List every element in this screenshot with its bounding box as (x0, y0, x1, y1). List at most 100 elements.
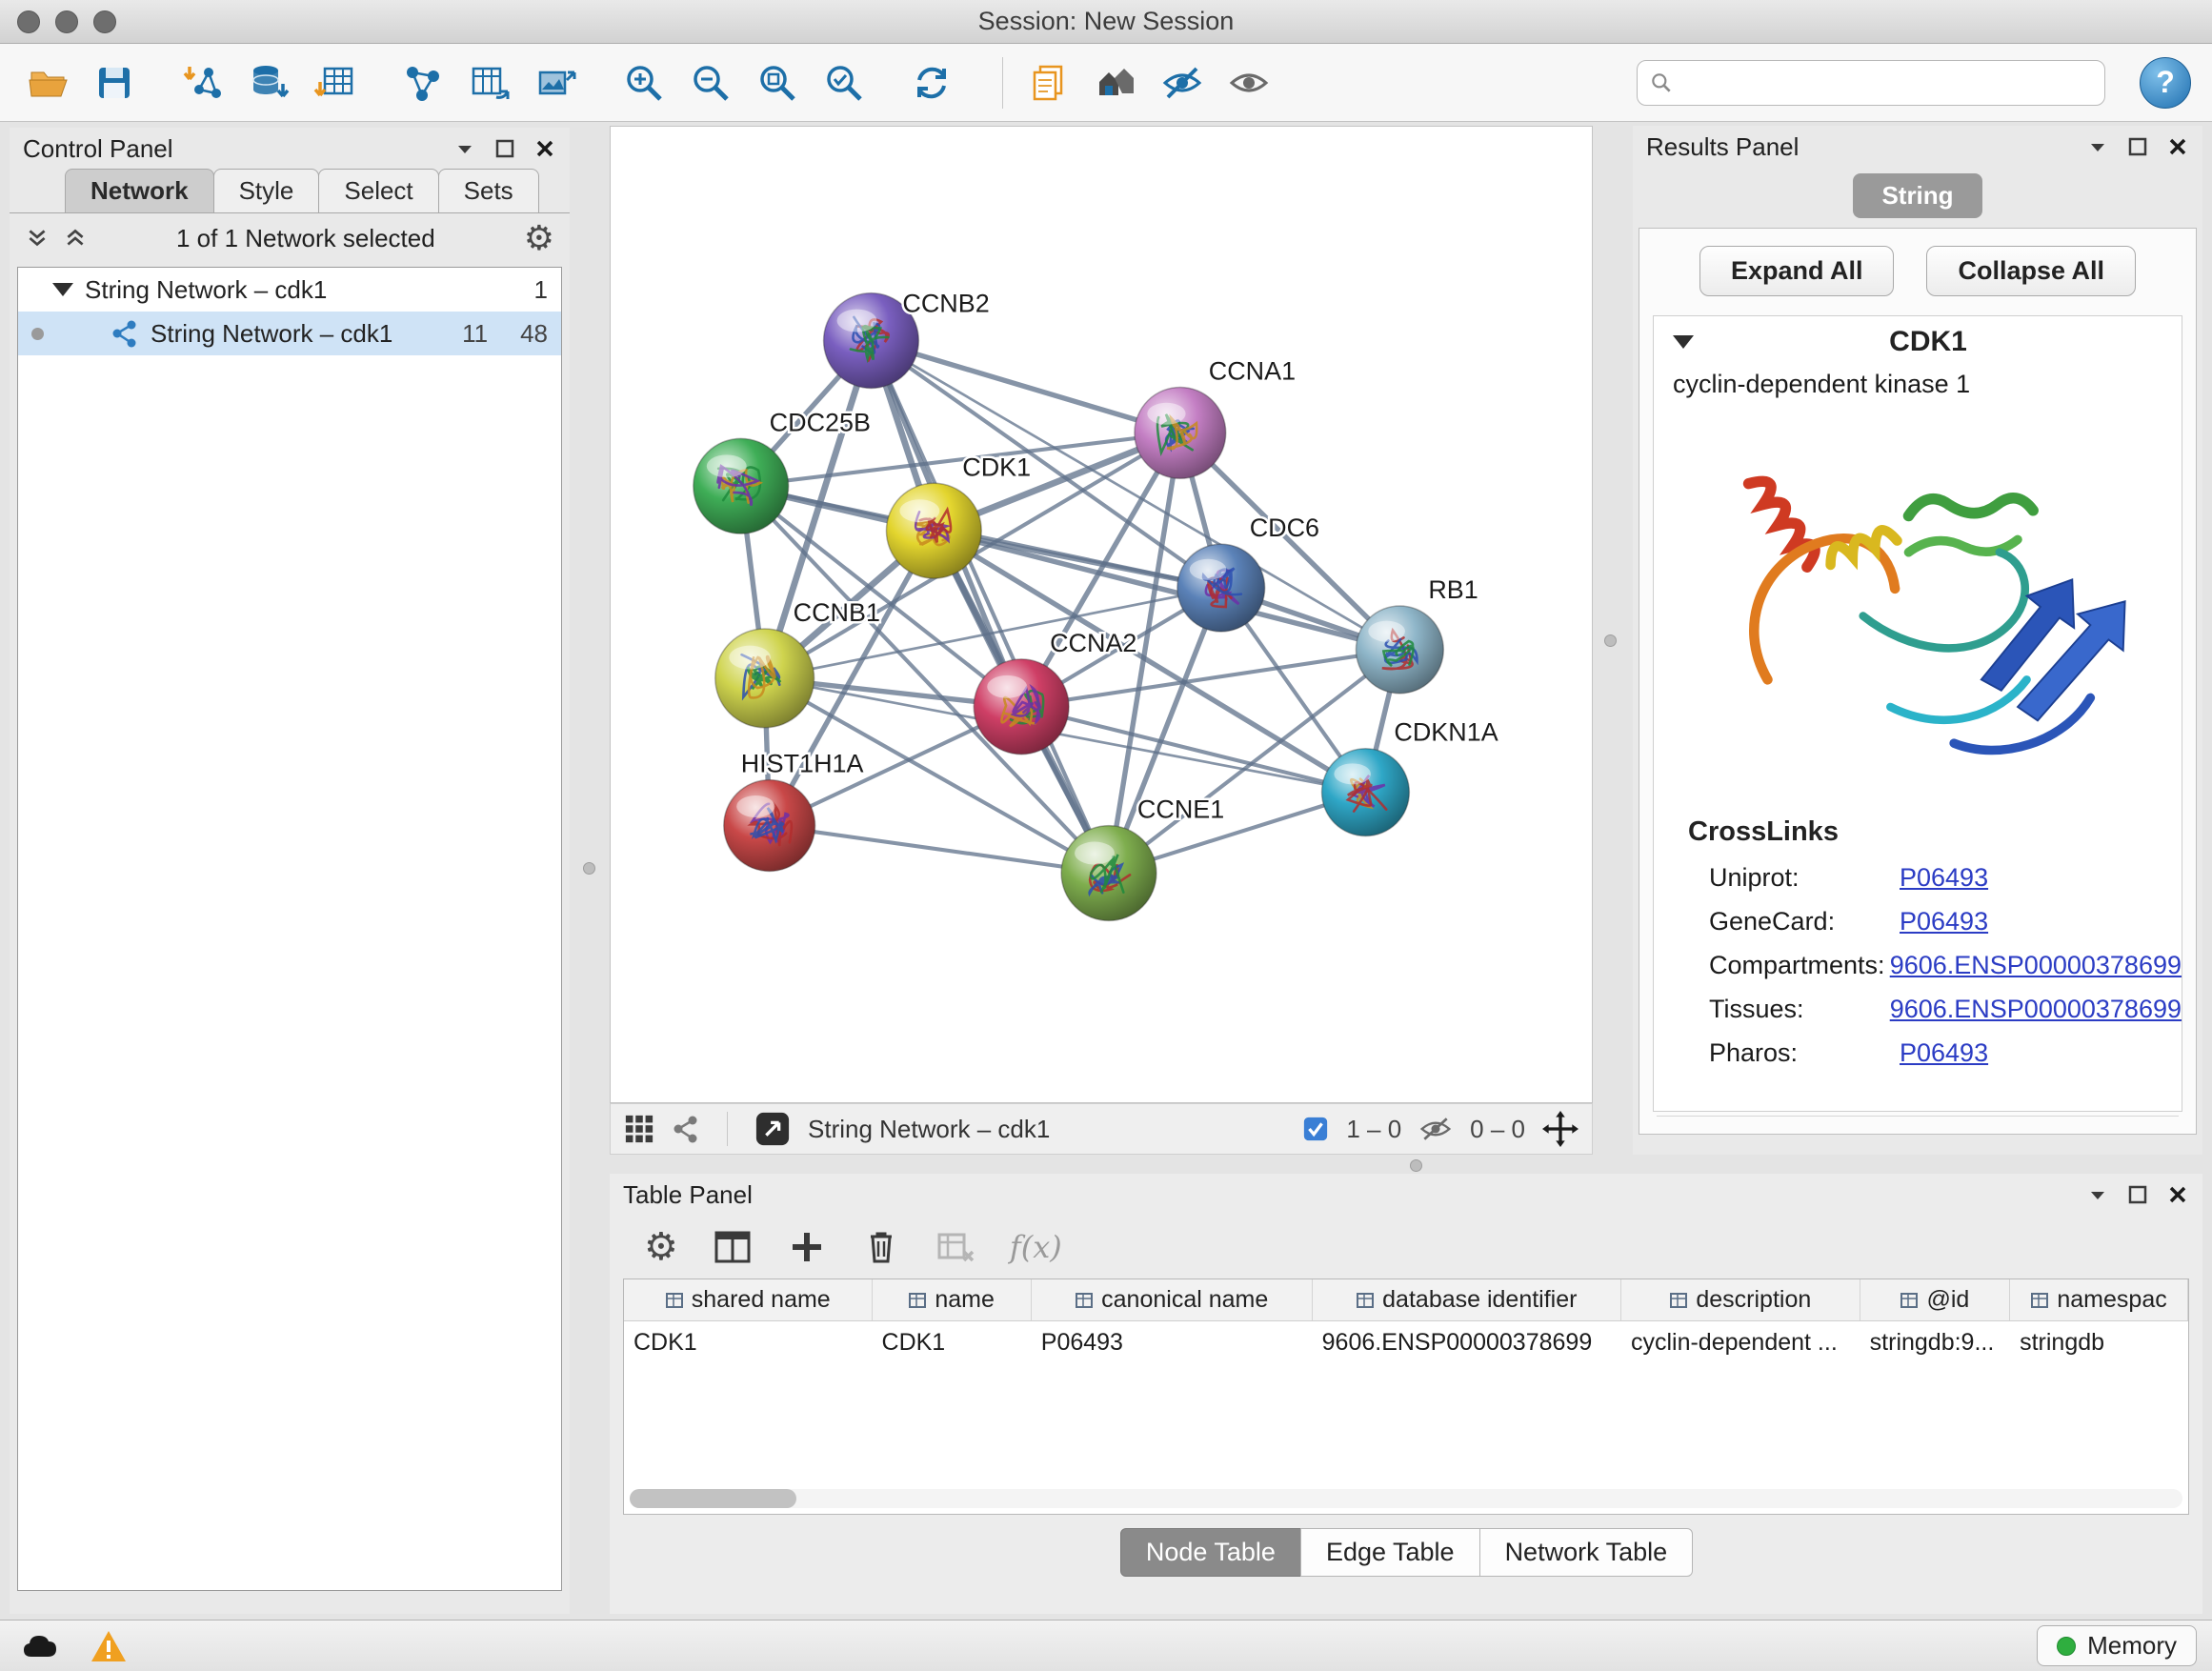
edge-CCNB2-CCNE1[interactable] (871, 341, 1109, 874)
crosslink-value-link[interactable]: 9606.ENSP00000378699 (1890, 951, 2182, 980)
hide-selected-button[interactable] (1156, 56, 1209, 110)
zoom-in-button[interactable] (617, 56, 671, 110)
delete-table-icon[interactable] (935, 1227, 975, 1267)
apply-function-icon[interactable]: f(x) (1010, 1229, 1062, 1265)
right-splitter-grip[interactable] (1604, 634, 1617, 647)
network-graph[interactable]: CCNB2CCNA1CDC25BCDK1CDC6RB1CCNB1CCNA2CDK… (611, 127, 1592, 1102)
crosslink-value-link[interactable]: P06493 (1900, 863, 1988, 893)
network-node-RB1[interactable]: RB1 (1356, 575, 1478, 694)
collapse-panel-icon[interactable] (2086, 135, 2109, 158)
export-image-button[interactable] (530, 56, 583, 110)
results-panel-title: Results Panel (1646, 132, 2086, 162)
close-panel-icon[interactable] (533, 137, 556, 160)
column-header-id[interactable]: @id (1860, 1279, 2010, 1320)
import-table-button[interactable] (309, 56, 362, 110)
open-in-new-icon[interactable] (754, 1111, 791, 1147)
new-table-button[interactable] (463, 56, 516, 110)
zoom-fit-button[interactable] (751, 56, 804, 110)
column-header-namespac[interactable]: namespac (2010, 1279, 2188, 1320)
scrollbar-thumb[interactable] (630, 1489, 796, 1508)
expand-all-icon[interactable] (63, 226, 88, 251)
status-bar: Memory (0, 1620, 2212, 1671)
tab-style[interactable]: Style (213, 169, 320, 212)
show-all-button[interactable] (1222, 56, 1276, 110)
delete-column-icon[interactable] (861, 1227, 901, 1267)
home-button[interactable] (1089, 56, 1142, 110)
close-window-button[interactable] (17, 10, 40, 33)
selected-checkbox-icon[interactable] (1302, 1116, 1329, 1142)
import-network-file-button[interactable] (175, 56, 229, 110)
expand-all-button[interactable]: Expand All (1699, 246, 1895, 296)
network-node-CCNB1[interactable]: CCNB1 (715, 598, 880, 728)
float-panel-icon[interactable] (2126, 135, 2149, 158)
tab-sets[interactable]: Sets (438, 169, 539, 212)
close-panel-icon[interactable] (2166, 1183, 2189, 1206)
network-node-CCNB2[interactable]: CCNB2 (824, 290, 990, 389)
crosslink-value-link[interactable]: P06493 (1900, 1038, 1988, 1068)
network-node-CCNE1[interactable]: CCNE1 (1061, 795, 1224, 921)
network-collection-label: String Network – cdk1 (85, 275, 327, 305)
show-columns-icon[interactable] (713, 1227, 753, 1267)
import-network-database-button[interactable] (242, 56, 295, 110)
float-panel-icon[interactable] (493, 137, 516, 160)
hidden-eye-slash-icon[interactable] (1418, 1115, 1453, 1143)
network-node-HIST1H1A[interactable]: HIST1H1A (724, 750, 864, 872)
column-header-database-identifier[interactable]: database identifier (1313, 1279, 1621, 1320)
network-overview-icon[interactable] (672, 1115, 700, 1143)
bottom-splitter-grip[interactable] (1410, 1159, 1422, 1172)
table-row[interactable]: CDK1CDK1P064939606.ENSP00000378699cyclin… (624, 1321, 2188, 1363)
close-panel-icon[interactable] (2166, 135, 2189, 158)
birdseye-grid-icon[interactable] (624, 1114, 654, 1144)
column-header-description[interactable]: description (1621, 1279, 1860, 1320)
tab-string[interactable]: String (1853, 173, 1981, 218)
tab-select[interactable]: Select (318, 169, 438, 212)
tab-network[interactable]: Network (65, 169, 214, 212)
edge-CCNB2-CCNA1[interactable] (871, 341, 1179, 433)
zoom-selected-button[interactable] (817, 56, 871, 110)
network-row-label: String Network – cdk1 (151, 319, 392, 349)
tree-expander-icon[interactable] (52, 283, 73, 296)
zoom-out-button[interactable] (684, 56, 737, 110)
crosslink-value-link[interactable]: P06493 (1900, 907, 1988, 936)
tab-node-table[interactable]: Node Table (1120, 1528, 1301, 1577)
tab-edge-table[interactable]: Edge Table (1300, 1528, 1480, 1577)
network-node-CDK1[interactable]: CDK1 (886, 453, 1031, 578)
column-header-name[interactable]: name (873, 1279, 1032, 1320)
help-button[interactable]: ? (2140, 57, 2191, 109)
tab-network-table[interactable]: Network Table (1479, 1528, 1694, 1577)
refresh-button[interactable] (905, 56, 958, 110)
network-node-CDKN1A[interactable]: CDKN1A (1322, 718, 1498, 836)
add-column-icon[interactable] (787, 1227, 827, 1267)
network-node-CDC25B[interactable]: CDC25B (694, 408, 871, 534)
table-options-gear-icon[interactable]: ⚙ (644, 1228, 678, 1266)
minimize-window-button[interactable] (55, 10, 78, 33)
maximize-window-button[interactable] (93, 10, 116, 33)
search-input[interactable] (1681, 69, 2093, 96)
crosslink-value-link[interactable]: 9606.ENSP00000378699 (1890, 995, 2182, 1024)
column-header-shared-name[interactable]: shared name (624, 1279, 873, 1320)
results-panel: Results Panel String Expand All Collapse… (1633, 126, 2202, 1155)
float-panel-icon[interactable] (2126, 1183, 2149, 1206)
new-network-button[interactable] (396, 56, 450, 110)
collapse-panel-icon[interactable] (453, 137, 476, 160)
save-session-button[interactable] (88, 56, 141, 110)
network-collection-row[interactable]: String Network – cdk1 1 (18, 268, 561, 312)
warnings-button[interactable] (84, 1626, 133, 1666)
open-session-button[interactable] (21, 56, 74, 110)
network-options-gear-icon[interactable]: ⚙ (524, 221, 554, 255)
table-horizontal-scrollbar[interactable] (630, 1489, 2182, 1508)
network-canvas[interactable]: CCNB2CCNA1CDC25BCDK1CDC6RB1CCNB1CCNA2CDK… (610, 126, 1593, 1103)
network-row[interactable]: String Network – cdk1 11 48 (18, 312, 561, 355)
entry-expander-icon[interactable] (1673, 335, 1694, 349)
collapse-all-button[interactable]: Collapse All (1926, 246, 2136, 296)
documents-button[interactable] (1022, 56, 1076, 110)
edge-HIST1H1A-CCNE1[interactable] (770, 826, 1109, 874)
collapse-panel-icon[interactable] (2086, 1183, 2109, 1206)
cloud-button[interactable] (15, 1626, 65, 1666)
left-splitter-grip[interactable] (583, 862, 595, 875)
collapse-all-icon[interactable] (25, 226, 50, 251)
pan-move-icon[interactable] (1542, 1111, 1579, 1147)
column-header-canonical-name[interactable]: canonical name (1032, 1279, 1313, 1320)
memory-button[interactable]: Memory (2037, 1625, 2197, 1666)
network-node-CCNA1[interactable]: CCNA1 (1135, 356, 1296, 478)
